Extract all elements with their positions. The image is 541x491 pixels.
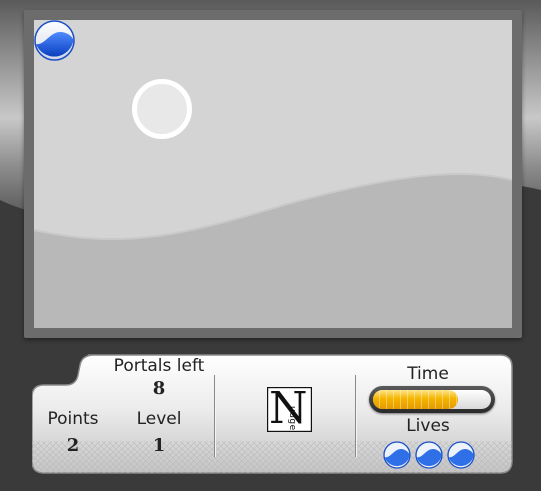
level-value: 1: [152, 435, 166, 456]
time-bar: [369, 386, 495, 413]
field-hill: [34, 173, 512, 328]
points-label: Points: [47, 409, 99, 429]
logo-rest: udge: [287, 406, 297, 431]
hud-divider-right: [355, 375, 357, 457]
hud-panel: Portals left 8 Points 2 Level 1 N udge T…: [32, 353, 514, 475]
time-fill: [373, 390, 458, 409]
points-value: 2: [66, 435, 80, 456]
play-field[interactable]: [34, 20, 512, 328]
portals-left-value: 8: [152, 378, 166, 399]
portals-left-label: Portals left: [113, 356, 205, 376]
life-ball-icon: [447, 441, 475, 469]
level-label: Level: [136, 409, 182, 429]
time-label: Time: [407, 364, 449, 384]
hud-divider-left: [214, 375, 216, 457]
portal-ring: [132, 79, 192, 139]
life-ball-icon: [415, 441, 443, 469]
play-field-frame: [24, 10, 522, 338]
player-ball[interactable]: [34, 20, 75, 61]
life-ball-icon: [383, 441, 411, 469]
lives-label: Lives: [406, 416, 450, 436]
